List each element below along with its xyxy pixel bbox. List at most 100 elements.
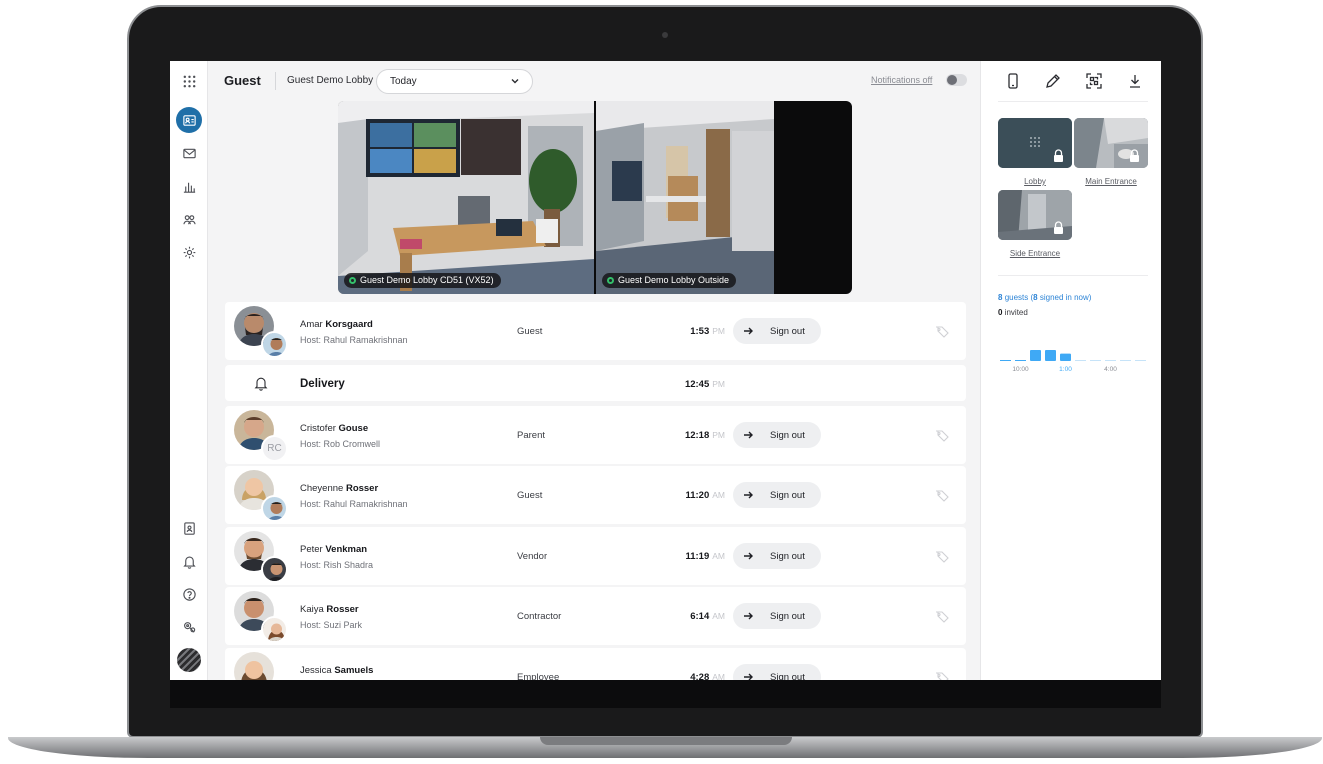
visitor-host: Host: Rish Shadra xyxy=(300,560,374,570)
visitor-type: Employee xyxy=(517,672,560,680)
panel-divider xyxy=(998,275,1148,276)
chart-tick-label: 1:00 xyxy=(1059,366,1072,373)
tag-icon[interactable] xyxy=(934,670,950,680)
user-avatar[interactable] xyxy=(177,648,201,672)
visitor-name: Cristofer Gouse xyxy=(300,423,369,434)
top-bar: Guest Guest Demo Lobby Today Notificatio… xyxy=(208,61,980,101)
qr-scan-icon[interactable] xyxy=(1085,72,1103,90)
camera-feeds: Guest Demo Lobby CD51 (VX52) Guest Demo … xyxy=(338,101,852,294)
camera-feed-outside[interactable]: Guest Demo Lobby Outside xyxy=(596,101,774,294)
chart-tick-label: 4:00 xyxy=(1104,366,1117,373)
panel-divider xyxy=(998,101,1148,102)
delivery-row[interactable]: Delivery 12:45 PM xyxy=(225,365,966,401)
sidebar xyxy=(170,61,208,680)
visitor-avatar xyxy=(234,652,274,680)
id-card-icon[interactable] xyxy=(176,515,202,541)
analytics-icon[interactable] xyxy=(176,173,202,199)
sign-out-button[interactable]: Sign out xyxy=(733,422,821,448)
host-avatar xyxy=(261,616,288,643)
camera-label: Guest Demo Lobby Outside xyxy=(602,273,737,288)
camera-label-text: Guest Demo Lobby Outside xyxy=(618,275,730,285)
sign-out-label: Sign out xyxy=(770,611,805,622)
visitor-type: Guest xyxy=(517,326,543,337)
arrow-right-icon xyxy=(744,552,753,560)
visitor-row[interactable]: Amar Korsgaard Host: Rahul Ramakrishnan … xyxy=(225,302,966,360)
visitor-row[interactable]: Peter Venkman Host: Rish Shadra Vendor 1… xyxy=(225,527,966,585)
pen-icon[interactable] xyxy=(1044,72,1062,90)
laptop-notch xyxy=(540,737,792,745)
people-icon[interactable] xyxy=(176,206,202,232)
door-label-main-entrance[interactable]: Main Entrance xyxy=(1066,177,1156,186)
bell-icon[interactable] xyxy=(176,548,202,574)
download-icon[interactable] xyxy=(1126,72,1144,90)
visitor-badge-icon[interactable] xyxy=(176,107,202,133)
visitor-time: 11:20 AM xyxy=(685,490,725,501)
visitor-name: Kaiya Rosser xyxy=(300,604,359,615)
locations-icon[interactable] xyxy=(176,614,202,640)
sign-out-label: Sign out xyxy=(770,490,805,501)
door-tile-lobby[interactable] xyxy=(998,118,1072,168)
visitor-type: Guest xyxy=(517,490,543,501)
mail-icon[interactable] xyxy=(176,140,202,166)
notifications-toggle[interactable] xyxy=(946,74,967,86)
help-icon[interactable] xyxy=(176,581,202,607)
sign-out-button[interactable]: Sign out xyxy=(733,603,821,629)
sign-out-label: Sign out xyxy=(770,430,805,441)
guest-count[interactable]: 8 guests (8 signed in now) xyxy=(998,293,1091,302)
sign-out-button[interactable]: Sign out xyxy=(733,664,821,680)
visitor-type: Parent xyxy=(517,430,545,441)
arrow-right-icon xyxy=(744,673,753,680)
arrow-right-icon xyxy=(744,327,753,335)
date-filter-dropdown[interactable]: Today xyxy=(376,69,533,94)
guest-activity-chart: 10:00 1:00 4:00 xyxy=(1000,350,1146,373)
tag-icon[interactable] xyxy=(934,488,950,502)
sign-out-label: Sign out xyxy=(770,326,805,337)
visitor-host: Host: Rahul Ramakrishnan xyxy=(300,499,408,509)
visitor-row[interactable]: Cheyenne Rosser Host: Rahul Ramakrishnan… xyxy=(225,466,966,524)
sign-out-label: Sign out xyxy=(770,551,805,562)
visitor-time: 11:19 AM xyxy=(685,551,725,562)
chart-bar xyxy=(1060,353,1071,361)
sign-out-button[interactable]: Sign out xyxy=(733,482,821,508)
location-name[interactable]: Guest Demo Lobby xyxy=(287,75,373,86)
visitor-host: Host: Rob Cromwell xyxy=(300,439,381,449)
gear-icon[interactable] xyxy=(176,239,202,265)
tag-icon[interactable] xyxy=(934,324,950,338)
tag-icon[interactable] xyxy=(934,428,950,442)
status-dot xyxy=(607,277,614,284)
visitor-row[interactable]: Kaiya Rosser Host: Suzi Park Contractor … xyxy=(225,587,966,645)
chart-tick-label: 10:00 xyxy=(1012,366,1029,373)
host-avatar xyxy=(261,556,288,583)
host-initials: RC xyxy=(261,435,288,462)
tag-icon[interactable] xyxy=(934,549,950,563)
door-tile-main-entrance[interactable] xyxy=(1074,118,1148,168)
visitor-type: Vendor xyxy=(517,551,548,562)
tag-icon[interactable] xyxy=(934,609,950,623)
visitor-row[interactable]: RC Cristofer Gouse Host: Rob Cromwell Pa… xyxy=(225,406,966,464)
sign-out-button[interactable]: Sign out xyxy=(733,318,821,344)
door-label-side-entrance[interactable]: Side Entrance xyxy=(990,249,1080,258)
notifications-label[interactable]: Notifications off xyxy=(871,75,932,85)
webcam xyxy=(662,32,668,38)
camera-feed-lobby[interactable]: Guest Demo Lobby CD51 (VX52) xyxy=(338,101,594,294)
door-tile-side-entrance[interactable] xyxy=(998,190,1072,240)
lock-icon xyxy=(1054,221,1063,234)
date-filter-value: Today xyxy=(390,76,417,87)
chevron-down-icon xyxy=(511,79,519,84)
sign-out-button[interactable]: Sign out xyxy=(733,543,821,569)
host-avatar xyxy=(261,495,288,522)
visitor-time: 6:14 AM xyxy=(690,611,725,622)
chart-bar xyxy=(1030,350,1041,361)
toggle-knob xyxy=(947,75,957,85)
tablet-icon[interactable] xyxy=(1004,72,1022,90)
title-divider xyxy=(275,72,276,90)
sign-out-label: Sign out xyxy=(770,672,805,680)
visitor-time: 12:18 PM xyxy=(684,430,725,441)
visitor-row[interactable]: Jessica Samuels Employee 4:28 AM Sign out xyxy=(225,648,966,680)
visitor-name: Amar Korsgaard xyxy=(300,319,373,330)
lock-icon xyxy=(1130,149,1139,162)
grid-icon[interactable] xyxy=(176,68,202,94)
camera-label-text: Guest Demo Lobby CD51 (VX52) xyxy=(360,275,494,285)
visitor-name: Cheyenne Rosser xyxy=(300,483,379,494)
arrow-right-icon xyxy=(744,612,753,620)
